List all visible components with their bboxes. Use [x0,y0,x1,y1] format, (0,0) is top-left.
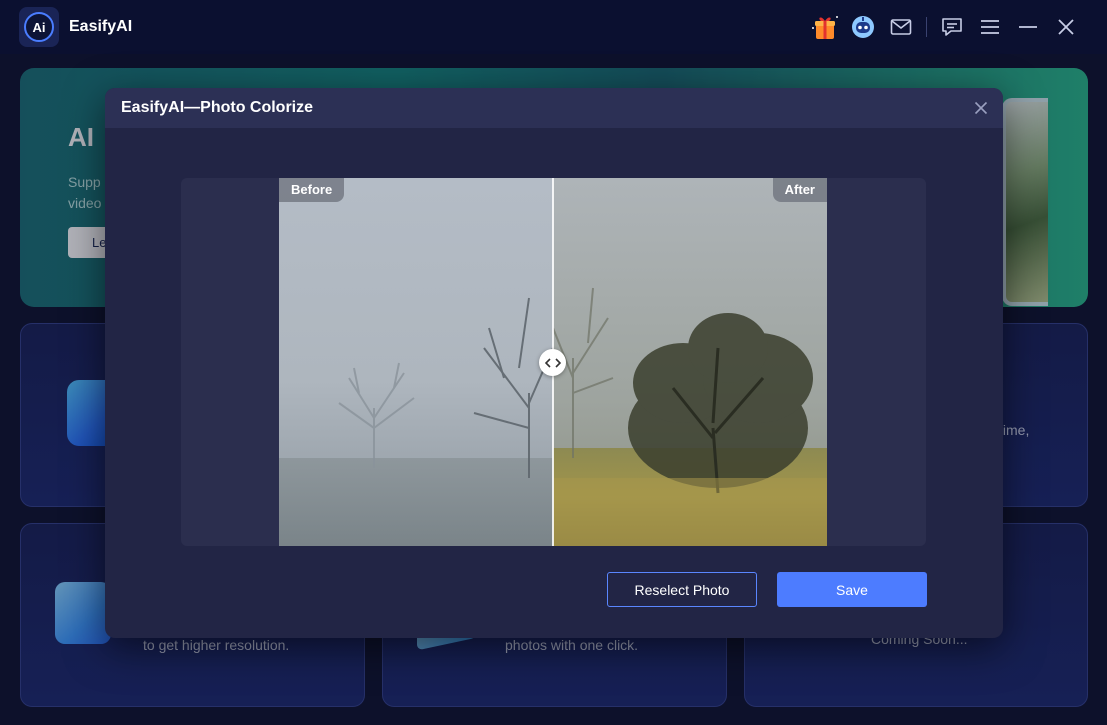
menu-icon[interactable] [971,12,1009,42]
gift-icon[interactable] [806,12,844,42]
save-button[interactable]: Save [777,572,927,607]
feedback-icon[interactable] [933,12,971,42]
before-image [279,178,553,546]
dialog-title: EasifyAI—Photo Colorize [121,99,314,116]
close-icon[interactable] [1047,12,1085,42]
photo-colorize-dialog: EasifyAI—Photo Colorize Before After Res… [105,88,1003,638]
compare-stage: Before After [181,178,926,546]
titlebar-controls [806,12,1085,42]
after-image [553,178,827,546]
minimize-icon[interactable] [1009,12,1047,42]
compare-photo[interactable]: Before After [279,178,827,546]
arrows-left-right-icon [544,357,561,368]
app-logo-text: Ai [24,12,54,42]
after-label: After [772,178,827,202]
title-bar: Ai EasifyAI [0,0,1107,54]
before-label: Before [279,178,345,202]
reselect-photo-button[interactable]: Reselect Photo [607,572,757,607]
app-title: EasifyAI [69,18,133,35]
titlebar-separator [926,17,927,37]
robot-icon[interactable] [844,12,882,42]
dialog-close-icon[interactable] [971,98,991,118]
mail-icon[interactable] [882,12,920,42]
app-logo: Ai [19,7,59,47]
compare-slider-handle[interactable] [539,349,566,376]
dialog-header: EasifyAI—Photo Colorize [105,88,1003,128]
